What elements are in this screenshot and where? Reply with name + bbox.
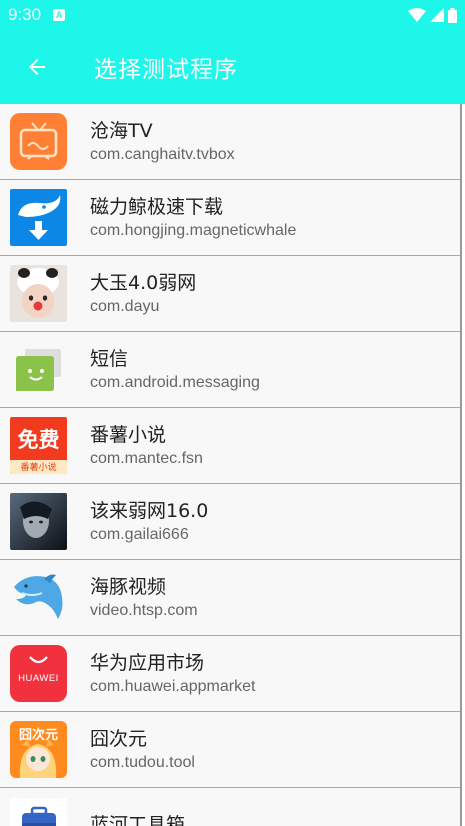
- huawei-bag-icon: HUAWEI: [10, 645, 67, 702]
- free-novel-icon: 免费 番薯小说: [10, 417, 67, 474]
- list-item[interactable]: 海豚视频 video.htsp.com: [0, 560, 460, 636]
- tv-icon: [10, 113, 67, 170]
- list-item[interactable]: 大玉4.0弱网 com.dayu: [0, 256, 460, 332]
- list-item[interactable]: 蓝河工具箱: [0, 788, 460, 826]
- app-package: com.mantec.fsn: [90, 450, 203, 467]
- list-item[interactable]: 沧海TV com.canghaitv.tvbox: [0, 104, 460, 180]
- anime-girl-icon: 囧次元: [10, 721, 67, 778]
- back-button[interactable]: [0, 30, 74, 104]
- app-name: 海豚视频: [90, 576, 167, 598]
- app-name: 该来弱网16.0: [90, 500, 209, 522]
- list-item[interactable]: 短信 com.android.messaging: [0, 332, 460, 408]
- app-package: com.gailai666: [90, 526, 189, 543]
- list-item[interactable]: 免费 番薯小说 番薯小说 com.mantec.fsn: [0, 408, 460, 484]
- app-package: com.huawei.appmarket: [90, 678, 256, 695]
- app-name: 蓝河工具箱: [90, 813, 186, 826]
- app-package: com.canghaitv.tvbox: [90, 146, 235, 163]
- app-package: com.tudou.tool: [90, 754, 195, 771]
- status-bar: 9:30 A: [0, 0, 465, 30]
- portrait-icon: [10, 493, 67, 550]
- list-item[interactable]: HUAWEI 华为应用市场 com.huawei.appmarket: [0, 636, 460, 712]
- arrow-left-icon: [29, 59, 45, 75]
- list-item[interactable]: 该来弱网16.0 com.gailai666: [0, 484, 460, 560]
- signal-icon: [430, 8, 444, 22]
- notification-a-icon: A: [53, 9, 66, 21]
- whale-download-icon: [10, 189, 67, 246]
- app-list[interactable]: 沧海TV com.canghaitv.tvbox 磁力鲸极速下载 com.hon…: [0, 104, 462, 826]
- wifi-icon: [408, 8, 426, 22]
- app-name: 囧次元: [90, 728, 148, 750]
- dolphin-icon: [10, 569, 67, 626]
- app-name: 大玉4.0弱网: [90, 272, 197, 294]
- app-name: 番薯小说: [90, 424, 167, 446]
- page-title: 选择测试程序: [94, 57, 238, 83]
- app-bar: 选择测试程序: [0, 30, 465, 104]
- app-name: 沧海TV: [90, 120, 153, 142]
- icon-sublabel: 番薯小说: [20, 463, 57, 473]
- toolbox-icon: [10, 797, 67, 826]
- app-package: com.dayu: [90, 298, 160, 315]
- list-item[interactable]: 囧次元 囧次元 com.tudou.tool: [0, 712, 460, 788]
- battery-icon: [448, 7, 457, 23]
- app-package: com.android.messaging: [90, 374, 260, 391]
- icon-label: HUAWEI: [18, 673, 59, 684]
- app-name: 磁力鲸极速下载: [90, 196, 224, 218]
- app-package: video.htsp.com: [90, 602, 198, 619]
- icon-label: 免费: [17, 428, 60, 452]
- status-time: 9:30: [8, 5, 42, 24]
- app-name: 短信: [90, 348, 129, 370]
- message-bubble-icon: [10, 341, 67, 398]
- status-icons: [408, 7, 457, 23]
- list-item[interactable]: 磁力鲸极速下载 com.hongjing.magneticwhale: [0, 180, 460, 256]
- app-package: com.hongjing.magneticwhale: [90, 222, 297, 239]
- panda-hat-child-icon: [10, 265, 67, 322]
- app-name: 华为应用市场: [90, 652, 205, 674]
